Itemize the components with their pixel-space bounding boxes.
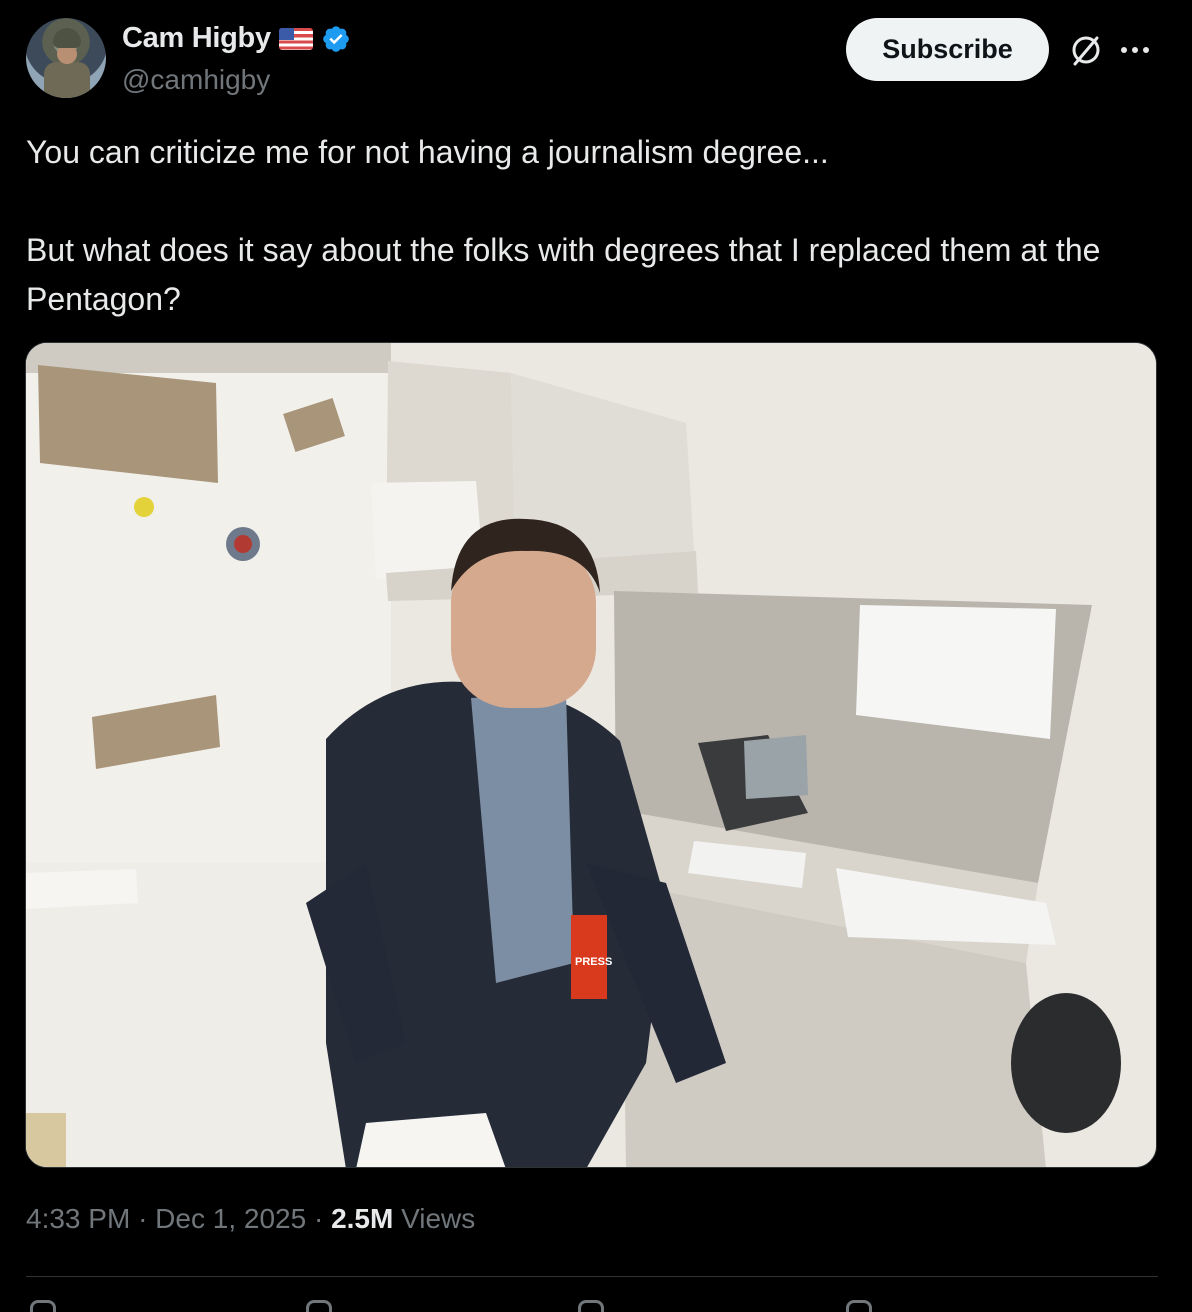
tweet-date[interactable]: Dec 1, 2025 — [155, 1203, 306, 1234]
divider — [26, 1276, 1158, 1277]
grok-icon[interactable] — [1066, 30, 1106, 70]
meta-separator: · — [313, 1203, 324, 1234]
author-avatar[interactable] — [26, 18, 106, 98]
tweet-time[interactable]: 4:33 PM — [26, 1203, 130, 1234]
tweet-text: You can criticize me for not having a jo… — [26, 128, 1166, 324]
views-label[interactable]: Views — [401, 1203, 475, 1234]
us-flag-icon — [278, 27, 313, 50]
avatar-vest — [44, 62, 90, 98]
tweet-text-line: But what does it say about the folks wit… — [26, 232, 1101, 317]
author-display-name[interactable]: Cam Higby — [122, 22, 271, 55]
subscribe-button[interactable]: Subscribe — [846, 18, 1049, 81]
tweet-photo[interactable]: PRESS — [25, 342, 1157, 1168]
press-badge-text: PRESS — [575, 956, 612, 968]
meta-separator: · — [138, 1203, 148, 1234]
views-count[interactable]: 2.5M — [331, 1203, 393, 1234]
photo-illustration: PRESS — [26, 343, 1156, 1167]
author-name-row: Cam Higby — [122, 22, 351, 55]
tweet-text-line: You can criticize me for not having a jo… — [26, 134, 829, 170]
tweet-meta: 4:33 PM · Dec 1, 2025 · 2.5M Views — [26, 1203, 475, 1235]
more-options-icon[interactable] — [1121, 36, 1155, 64]
like-icon[interactable] — [578, 1300, 604, 1312]
author-handle[interactable]: @camhigby — [122, 64, 270, 96]
reply-icon[interactable] — [30, 1300, 56, 1312]
verified-badge-icon[interactable] — [321, 24, 351, 54]
repost-icon[interactable] — [306, 1300, 332, 1312]
avatar-helmet — [53, 28, 81, 48]
tweet-header: Cam Higby @camhigby Subscribe — [26, 18, 1166, 102]
bookmark-icon[interactable] — [846, 1300, 872, 1312]
